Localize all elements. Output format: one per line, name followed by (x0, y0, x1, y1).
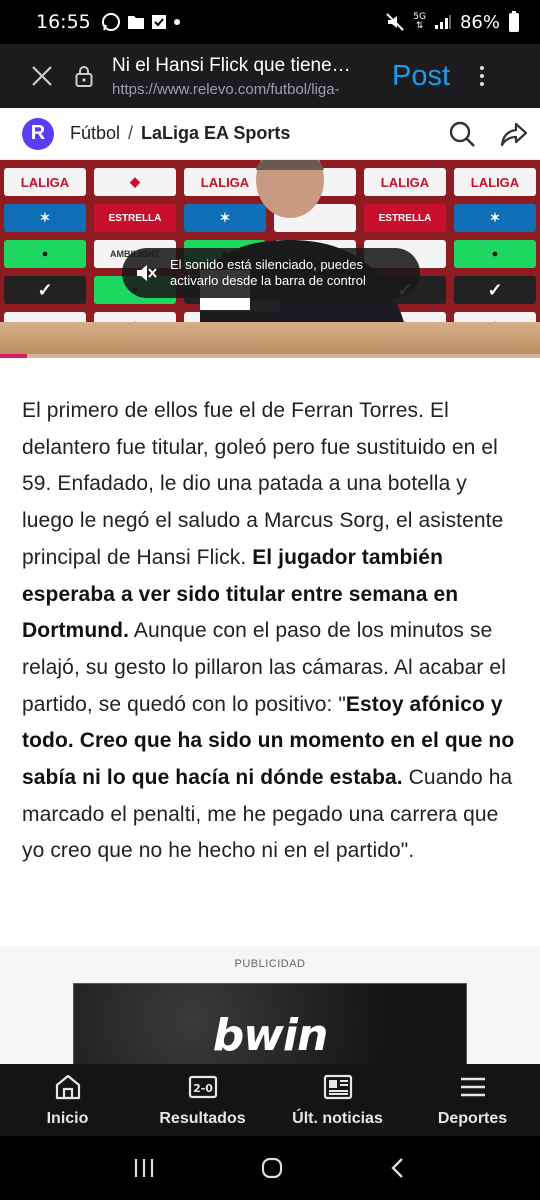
close-icon (32, 66, 52, 86)
search-icon[interactable] (448, 120, 476, 148)
home-icon (55, 1074, 80, 1100)
recent-apps-icon[interactable] (131, 1157, 157, 1179)
back-icon[interactable] (387, 1156, 409, 1180)
video-progress[interactable] (0, 354, 540, 358)
nav-label-inicio: Inicio (46, 1110, 89, 1127)
site-info-button[interactable] (70, 56, 98, 96)
post-button[interactable]: Post (392, 60, 450, 93)
ad-slot: PUBLICIDAD bwin (0, 946, 540, 1073)
mute-icon (386, 13, 404, 31)
status-bar: 16:55 5G ⇅ 86% (0, 0, 540, 44)
breadcrumb-section[interactable]: Fútbol (70, 123, 120, 144)
nav-label-deportes: Deportes (437, 1110, 508, 1127)
system-icons: 5G ⇅ 86% (385, 11, 520, 33)
dot-icon (173, 19, 180, 25)
relevo-logo[interactable]: R (22, 117, 54, 150)
nav-item-inicio[interactable]: Inicio (0, 1064, 135, 1136)
lock-icon (75, 66, 93, 87)
home-button-icon[interactable] (260, 1156, 284, 1180)
muted-speaker-icon (137, 265, 157, 281)
battery-text: 86% (459, 11, 500, 33)
article-paragraph: El primero de ellos fue el de Ferran Tor… (22, 393, 522, 870)
ad-label: PUBLICIDAD (234, 958, 306, 970)
nav-label-resultados: Resultados (159, 1110, 246, 1127)
scoreboard-icon: 2-0 (188, 1075, 217, 1099)
svg-text:2-0: 2-0 (193, 1082, 213, 1095)
bottom-nav: Inicio 2-0 Resultados Últ. noticias Depo… (0, 1064, 540, 1136)
video-progress-fill (0, 354, 27, 358)
checkbox-icon (151, 15, 166, 29)
breadcrumb: Fútbol / LaLiga EA Sports (70, 123, 290, 144)
folder-icon (127, 16, 144, 29)
toast-line-2: activarlo desde la barra de control (170, 273, 366, 288)
nav-item-ultimas-noticias[interactable]: Últ. noticias (270, 1064, 405, 1136)
news-icon (323, 1074, 352, 1100)
signal-icon (434, 15, 451, 29)
battery-icon (509, 11, 519, 32)
bwin-logo: bwin (212, 1010, 329, 1061)
close-button[interactable] (22, 56, 62, 96)
share-icon[interactable] (500, 120, 528, 148)
video-player[interactable]: LALIGA◆LALIGA◆LALIGALALIGA ✶ESTRELLA✶EST… (0, 160, 540, 358)
breadcrumb-subsection[interactable]: LaLiga EA Sports (141, 123, 290, 144)
menu-icon (460, 1077, 485, 1097)
press-table (0, 322, 540, 358)
notification-icons (101, 12, 181, 32)
system-navigation-bar (0, 1136, 540, 1200)
nav-label-ultimas-noticias: Últ. noticias (292, 1110, 383, 1127)
nav-item-resultados[interactable]: 2-0 Resultados (135, 1064, 270, 1136)
browser-page-title: Ni el Hansi Flick que tiene… (112, 54, 351, 76)
whatsapp-icon (101, 13, 120, 31)
ad-banner[interactable]: bwin (73, 983, 467, 1073)
site-header: R Fútbol / LaLiga EA Sports (0, 108, 540, 160)
overflow-menu-icon[interactable] (470, 66, 494, 86)
article-text-1: El primero de ellos fue el de Ferran Tor… (22, 399, 504, 569)
nav-item-deportes[interactable]: Deportes (405, 1064, 540, 1136)
breadcrumb-separator: / (128, 123, 134, 143)
url-text: https://www.relevo.com/futbol/liga- (112, 80, 340, 98)
muted-toast: El sonido está silenciado, puedes activa… (122, 248, 420, 298)
toast-line-1: El sonido está silenciado, puedes (170, 257, 363, 272)
browser-toolbar: Ni el Hansi Flick que tiene… https://www… (0, 44, 540, 108)
status-time: 16:55 (36, 11, 91, 33)
address-bar[interactable]: Ni el Hansi Flick que tiene… https://www… (112, 55, 372, 98)
network-badge: 5G ⇅ (413, 12, 426, 31)
